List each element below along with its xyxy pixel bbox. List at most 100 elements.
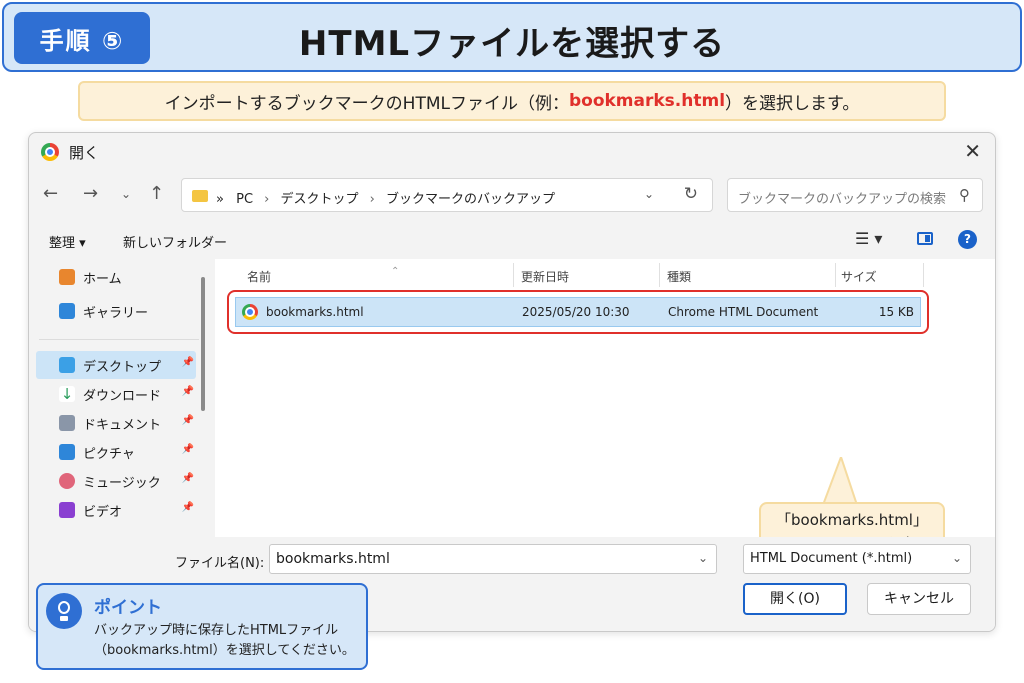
point-line1: バックアップ時に保存したHTMLファイル	[94, 623, 339, 638]
search-placeholder: ブックマークのバックアップの検索	[738, 192, 947, 207]
back-icon[interactable]: ←	[43, 183, 58, 204]
refresh-icon[interactable]: ↻	[684, 184, 698, 204]
sidebar-item-label: デスクトップ	[83, 359, 162, 375]
sidebar-item-gallery[interactable]: ギャラリー	[36, 297, 196, 325]
column-label: 名前	[247, 270, 272, 284]
filename-input[interactable]: bookmarks.html ⌄	[269, 544, 717, 574]
open-button[interactable]: 開く(O)	[743, 583, 847, 615]
sidebar-item-label: ダウンロード	[83, 388, 162, 404]
help-icon[interactable]: ?	[958, 230, 977, 249]
instruction-prefix: インポートするブックマークのHTMLファイル（例：	[164, 93, 569, 114]
point-title: ポイント	[94, 598, 162, 618]
sidebar-item-label: ドキュメント	[83, 417, 162, 433]
dialog-titlebar: 開く ✕	[29, 133, 995, 171]
sidebar-item-music[interactable]: ミュージック 📌	[36, 467, 196, 495]
navigation-bar: ← → ⌄ ↑ » PC › デスクトップ › ブックマークのバックアップ ⌄ …	[29, 175, 995, 215]
instruction-suffix: ）を選択します。	[725, 93, 860, 114]
sidebar-item-documents[interactable]: ドキュメント 📌	[36, 409, 196, 437]
breadcrumb-overflow[interactable]: »	[216, 192, 224, 207]
navigation-pane: ホーム ギャラリー デスクトップ 📌 ↓ ダウンロード 📌 ドキュメント 📌 ピ…	[29, 259, 213, 537]
music-icon	[59, 473, 75, 489]
cancel-button[interactable]: キャンセル	[867, 583, 971, 615]
sidebar-item-label: ミュージック	[83, 475, 161, 491]
lightbulb-icon	[46, 593, 82, 629]
sort-up-icon: ⌃	[391, 266, 400, 277]
sidebar-divider	[39, 339, 199, 340]
pin-icon: 📌	[181, 357, 194, 368]
preview-pane-icon[interactable]	[917, 232, 933, 245]
page-title: HTMLファイルを選択する	[298, 24, 726, 64]
breadcrumb-pc[interactable]: PC	[236, 192, 253, 207]
column-divider[interactable]	[835, 263, 836, 287]
home-icon	[59, 269, 75, 285]
gallery-icon	[59, 303, 75, 319]
column-header-date[interactable]: 更新日時	[521, 268, 569, 285]
breadcrumb-desktop[interactable]: デスクトップ	[281, 192, 359, 207]
pin-icon: 📌	[181, 473, 194, 484]
organize-button[interactable]: 整理 ▾	[49, 232, 86, 251]
breadcrumb-backup-folder[interactable]: ブックマークのバックアップ	[386, 192, 555, 207]
dialog-title: 開く	[69, 144, 100, 162]
sidebar-item-pictures[interactable]: ピクチャ 📌	[36, 438, 196, 466]
filter-value: HTML Document (*.html)	[750, 551, 913, 566]
column-divider[interactable]	[923, 263, 924, 287]
sidebar-item-videos[interactable]: ビデオ 📌	[36, 496, 196, 524]
pin-icon: 📌	[181, 386, 194, 397]
new-folder-button[interactable]: 新しいフォルダー	[123, 232, 227, 251]
column-header-type[interactable]: 種類	[667, 268, 691, 285]
column-divider[interactable]	[513, 263, 514, 287]
point-box: ポイント バックアップ時に保存したHTMLファイル （bookmarks.htm…	[36, 583, 368, 670]
pin-icon: 📌	[181, 502, 194, 513]
search-icon[interactable]: ⚲	[959, 186, 970, 204]
recent-locations-icon[interactable]: ⌄	[121, 187, 131, 201]
sidebar-item-label: ギャラリー	[83, 305, 149, 321]
close-icon[interactable]: ✕	[964, 139, 981, 163]
chevron-right-icon[interactable]: ›	[264, 192, 269, 207]
step-banner: 手順 ⑤ HTMLファイルを選択する	[2, 2, 1022, 72]
open-file-dialog: 開く ✕ ← → ⌄ ↑ » PC › デスクトップ › ブックマークのバックア…	[28, 132, 996, 632]
chevron-right-icon[interactable]: ›	[370, 192, 375, 207]
folder-icon	[192, 190, 208, 202]
sidebar-scrollbar[interactable]	[201, 277, 205, 411]
chevron-down-icon[interactable]: ⌄	[644, 187, 654, 201]
video-icon	[59, 502, 75, 518]
dialog-toolbar: 整理 ▾ 新しいフォルダー ☰ ▾ ?	[29, 223, 995, 257]
pin-icon: 📌	[181, 444, 194, 455]
file-list: 名前 ⌃ 更新日時 種類 サイズ bookmarks.html 2025/05/…	[215, 259, 995, 562]
bulb-glass	[58, 601, 70, 614]
filename-label: ファイル名(N):	[175, 556, 265, 571]
instruction-box: インポートするブックマークのHTMLファイル（例： bookmarks.html…	[78, 81, 946, 121]
pin-icon: 📌	[181, 415, 194, 426]
bulb-base	[60, 616, 68, 621]
breadcrumb: » PC › デスクトップ › ブックマークのバックアップ	[216, 188, 555, 207]
sidebar-item-downloads[interactable]: ↓ ダウンロード 📌	[36, 380, 196, 408]
sidebar-item-desktop[interactable]: デスクトップ 📌	[36, 351, 196, 379]
sidebar-item-home[interactable]: ホーム	[36, 263, 196, 291]
chrome-icon	[41, 143, 59, 161]
forward-icon[interactable]: →	[83, 183, 98, 204]
view-options-icon[interactable]: ☰ ▾	[855, 229, 882, 248]
callout-line1: 「bookmarks.html」	[776, 511, 928, 529]
point-line2: （bookmarks.html）を選択してください。	[94, 643, 355, 658]
highlight-outline	[227, 290, 929, 334]
sidebar-item-label: ホーム	[83, 271, 122, 287]
desktop-icon	[59, 357, 75, 373]
search-box[interactable]: ブックマークのバックアップの検索 ⚲	[727, 178, 983, 212]
point-text: バックアップ時に保存したHTMLファイル （bookmarks.html）を選択…	[94, 621, 355, 661]
chevron-down-icon[interactable]: ⌄	[698, 551, 708, 565]
filename-value: bookmarks.html	[276, 551, 390, 567]
column-header-size[interactable]: サイズ	[841, 268, 877, 285]
document-icon	[59, 415, 75, 431]
column-divider[interactable]	[659, 263, 660, 287]
callout-pointer	[821, 457, 859, 506]
up-icon[interactable]: ↑	[149, 183, 164, 204]
picture-icon	[59, 444, 75, 460]
column-header-name[interactable]: 名前 ⌃	[247, 266, 399, 285]
instruction-highlight: bookmarks.html	[568, 91, 726, 111]
sidebar-item-label: ピクチャ	[83, 446, 135, 462]
file-type-filter[interactable]: HTML Document (*.html) ⌄	[743, 544, 971, 574]
chevron-down-icon[interactable]: ⌄	[952, 551, 962, 565]
download-icon: ↓	[59, 385, 75, 403]
address-bar[interactable]: » PC › デスクトップ › ブックマークのバックアップ ⌄ ↻	[181, 178, 713, 212]
sidebar-item-label: ビデオ	[83, 504, 123, 520]
